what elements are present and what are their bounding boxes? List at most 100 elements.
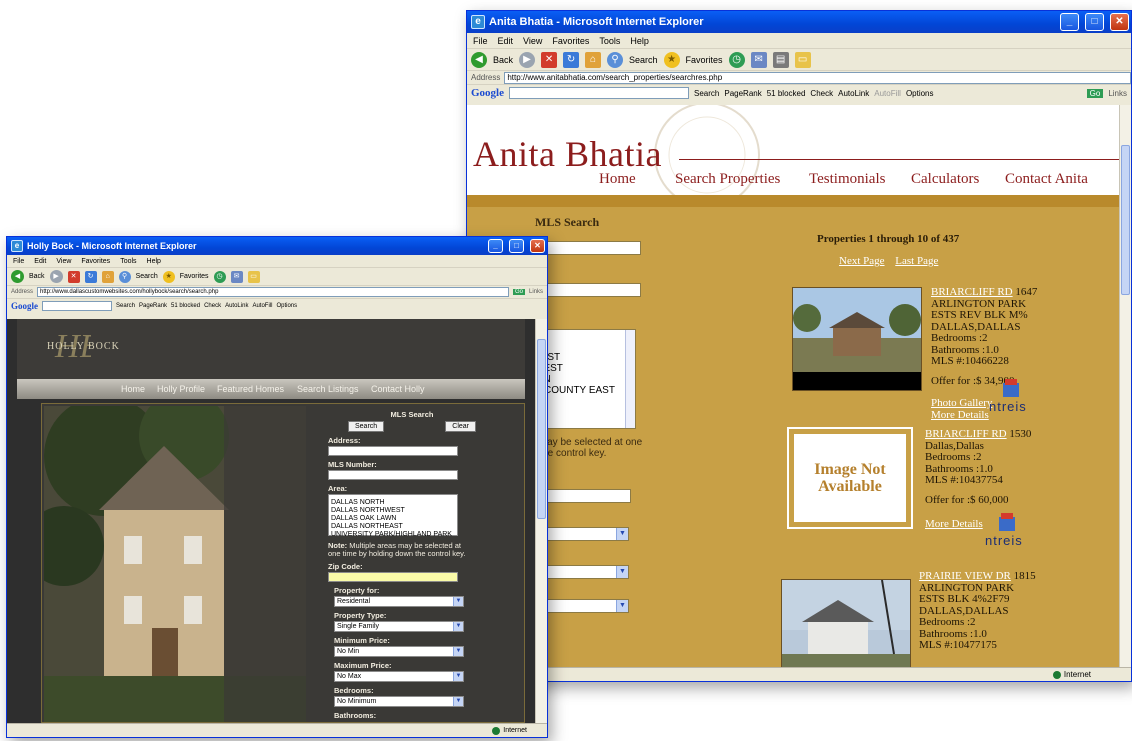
bedrooms-select[interactable]: No Minimum ▼ <box>334 696 464 707</box>
chevron-down-icon[interactable]: ▼ <box>453 647 463 656</box>
vertical-scrollbar[interactable] <box>535 319 547 723</box>
google-logo[interactable]: Google <box>11 301 38 311</box>
search-button[interactable]: Search <box>629 55 658 65</box>
property-photo[interactable] <box>781 579 911 667</box>
property-street-link[interactable]: PRAIRIE VIEW DR <box>919 570 1011 582</box>
back-arrow-icon[interactable]: ◀ <box>471 51 487 68</box>
menu-favorites[interactable]: Favorites <box>81 258 110 265</box>
area-option[interactable]: N COUNTY EAST <box>534 385 635 396</box>
menu-file[interactable]: File <box>473 36 488 46</box>
popup-blocked-count[interactable]: 51 blocked <box>171 303 200 309</box>
mail-icon[interactable]: ✉ <box>230 270 243 283</box>
menu-help[interactable]: Help <box>630 36 649 46</box>
holly-browser-window[interactable]: e Holly Bock - Microsoft Internet Explor… <box>6 236 548 738</box>
anita-browser-window[interactable]: e Anita Bhatia - Microsoft Internet Expl… <box>466 10 1132 682</box>
spell-check-button[interactable]: Check <box>810 89 833 98</box>
spell-check-button[interactable]: Check <box>204 303 221 309</box>
links-label[interactable]: Links <box>529 289 547 295</box>
home-icon[interactable]: ⌂ <box>585 51 602 68</box>
google-search-input[interactable] <box>509 87 689 99</box>
search-icon[interactable]: ⚲ <box>118 270 131 283</box>
nav-search-properties[interactable]: Search Properties <box>675 171 780 188</box>
site-logo[interactable]: HOLLY BOCK <box>47 341 120 352</box>
area-option[interactable]: DALLAS OAK LAWN <box>331 515 455 523</box>
refresh-icon[interactable]: ↻ <box>563 51 580 68</box>
property-photo[interactable] <box>792 287 922 391</box>
forward-arrow-icon[interactable]: ▶ <box>519 51 536 68</box>
area-option[interactable]: DALLAS NORTH <box>331 499 455 507</box>
favorites-star-icon[interactable]: ★ <box>663 51 680 68</box>
scroll-thumb[interactable] <box>537 339 546 519</box>
search-icon[interactable]: ⚲ <box>607 51 624 68</box>
mail-icon[interactable]: ✉ <box>750 51 767 68</box>
next-page-link[interactable]: Next Page <box>839 255 885 267</box>
mls-number-input[interactable] <box>328 470 458 480</box>
area-listbox[interactable]: DALLAS NORTH DALLAS NORTHWEST DALLAS OAK… <box>328 494 458 539</box>
history-icon[interactable]: ◷ <box>213 270 226 283</box>
search-button[interactable]: Search <box>348 421 385 432</box>
chevron-down-icon[interactable]: ▼ <box>453 622 463 631</box>
folder-icon[interactable]: ▭ <box>247 270 260 283</box>
menu-view[interactable]: View <box>56 258 71 265</box>
area-option[interactable]: WEST <box>534 363 635 374</box>
stop-icon[interactable]: ✕ <box>67 270 80 283</box>
vertical-scrollbar[interactable] <box>1119 105 1131 667</box>
search-button[interactable]: Search <box>136 273 158 280</box>
nav-featured-homes[interactable]: Featured Homes <box>217 384 284 394</box>
menu-favorites[interactable]: Favorites <box>552 36 589 46</box>
chevron-down-icon[interactable]: ▼ <box>453 672 463 681</box>
google-search-button[interactable]: Search <box>694 89 719 98</box>
more-details-link[interactable]: More Details <box>925 518 1055 530</box>
google-logo[interactable]: Google <box>471 87 504 99</box>
maximum-price-select[interactable]: No Max ▼ <box>334 671 464 682</box>
home-icon[interactable]: ⌂ <box>101 270 114 283</box>
chevron-down-icon[interactable]: ▼ <box>453 697 463 706</box>
close-icon[interactable]: ✕ <box>530 239 545 253</box>
menu-tools[interactable]: Tools <box>120 258 136 265</box>
favorites-button[interactable]: Favorites <box>686 55 723 65</box>
nav-search-listings[interactable]: Search Listings <box>297 384 359 394</box>
chevron-down-icon[interactable]: ▼ <box>453 597 463 606</box>
menu-edit[interactable]: Edit <box>34 258 46 265</box>
go-button[interactable]: Go <box>512 289 525 295</box>
area-option[interactable]: DALLAS NORTHWEST <box>331 507 455 515</box>
nav-contact-holly[interactable]: Contact Holly <box>371 384 425 394</box>
property-type-select[interactable]: Single Family ▼ <box>334 621 464 632</box>
title-bar[interactable]: e Anita Bhatia - Microsoft Internet Expl… <box>467 11 1131 33</box>
options-button[interactable]: Options <box>276 303 297 309</box>
nav-calculators[interactable]: Calculators <box>911 171 979 188</box>
menu-tools[interactable]: Tools <box>599 36 620 46</box>
scroll-thumb[interactable] <box>1121 145 1130 295</box>
back-arrow-icon[interactable]: ◀ <box>11 270 24 283</box>
minimize-icon[interactable]: _ <box>1060 13 1079 31</box>
menu-view[interactable]: View <box>523 36 542 46</box>
go-button[interactable]: Go <box>1086 88 1104 98</box>
title-bar[interactable]: e Holly Bock - Microsoft Internet Explor… <box>7 237 547 255</box>
nav-contact-anita[interactable]: Contact Anita <box>1005 171 1088 188</box>
nav-home[interactable]: Home <box>599 171 636 188</box>
autofill-button[interactable]: AutoFill <box>252 303 272 309</box>
nav-testimonials[interactable]: Testimonials <box>809 171 885 188</box>
area-option[interactable]: UNIVERSITY PARK/HIGHLAND PARK <box>331 531 455 539</box>
area-option[interactable]: EAST <box>534 352 635 363</box>
clear-button[interactable]: Clear <box>445 421 476 432</box>
options-button[interactable]: Options <box>906 89 934 98</box>
address-input[interactable]: http://www.anitabhatia.com/search_proper… <box>504 71 1131 84</box>
print-icon[interactable]: ▤ <box>772 51 789 68</box>
menu-edit[interactable]: Edit <box>498 36 514 46</box>
close-icon[interactable]: ✕ <box>1110 13 1129 31</box>
listbox-scrollbar[interactable] <box>625 330 635 428</box>
minimize-icon[interactable]: _ <box>488 239 503 253</box>
last-page-link[interactable]: Last Page <box>895 255 938 267</box>
autofill-button[interactable]: AutoFill <box>874 89 901 98</box>
property-street-link[interactable]: BRIARCLIFF RD <box>931 286 1013 298</box>
maximize-icon[interactable]: □ <box>509 239 524 253</box>
forward-arrow-icon[interactable]: ▶ <box>49 270 63 283</box>
maximize-icon[interactable]: □ <box>1085 13 1104 31</box>
folder-icon[interactable]: ▭ <box>794 51 811 68</box>
pagerank-indicator[interactable]: PageRank <box>724 89 761 98</box>
minimum-price-select[interactable]: No Min ▼ <box>334 646 464 657</box>
links-label[interactable]: Links <box>1108 89 1131 98</box>
back-button[interactable]: Back <box>29 273 45 280</box>
autolink-button[interactable]: AutoLink <box>838 89 869 98</box>
